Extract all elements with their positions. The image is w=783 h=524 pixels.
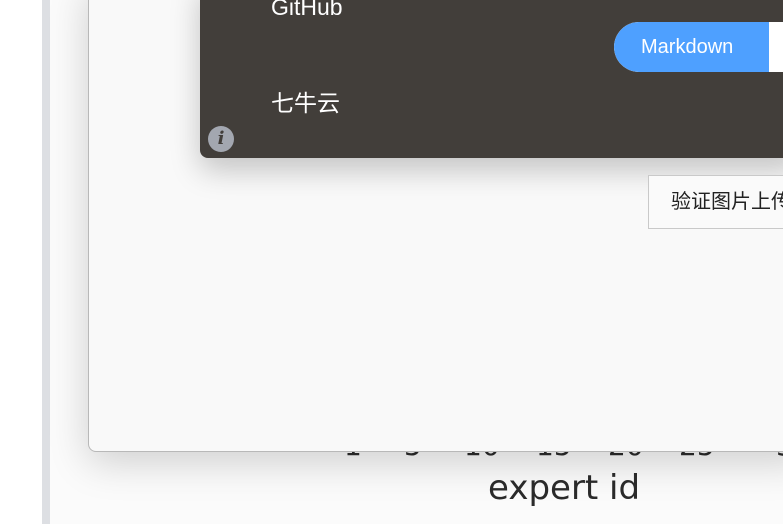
info-icon[interactable]: i (208, 126, 234, 152)
menu-item-qiniu[interactable]: 七牛云 (271, 84, 340, 118)
page: 1 5 10 15 20 25 3 expert id GitHub 七牛云 M… (0, 0, 783, 524)
format-toggle[interactable]: Markdown (614, 22, 783, 72)
verify-image-upload-button[interactable]: 验证图片上传 (648, 175, 783, 229)
menu-item-github[interactable]: GitHub (271, 0, 343, 21)
left-scroll-rail (42, 0, 50, 524)
markdown-toggle-option[interactable]: Markdown (614, 22, 769, 72)
x-axis-label: expert id (488, 468, 641, 508)
